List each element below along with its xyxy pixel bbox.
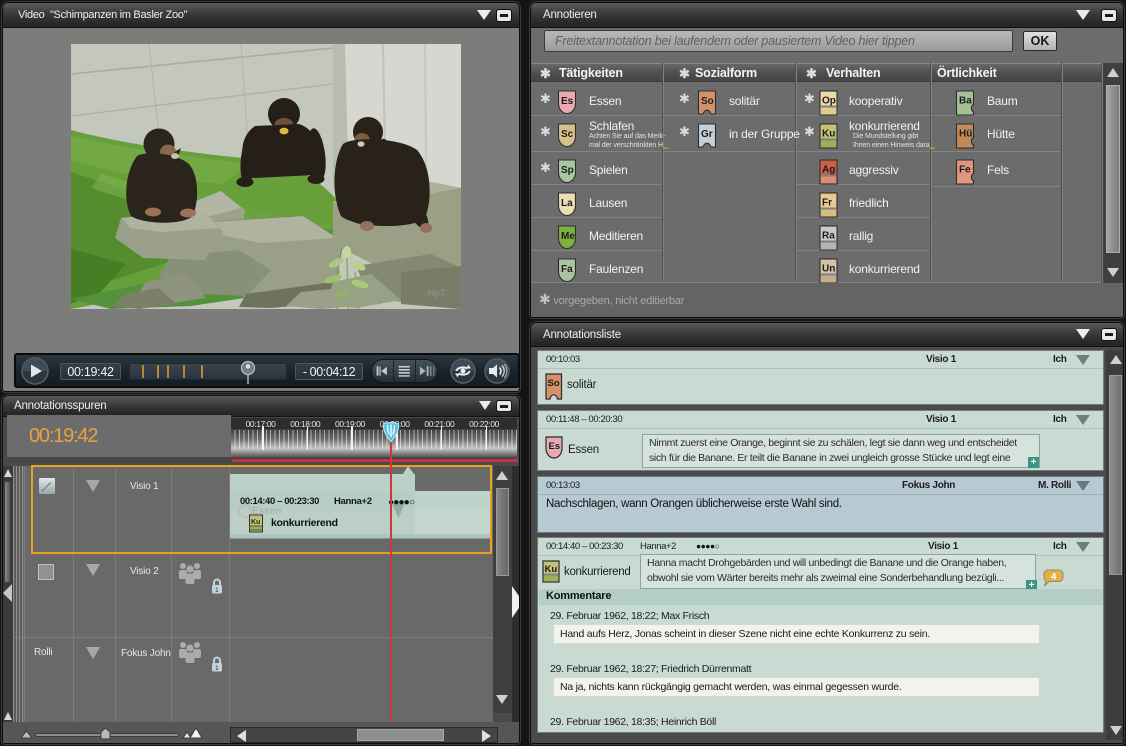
svg-text:Fa: Fa [561, 264, 573, 275]
svg-text:Ba: Ba [959, 96, 972, 107]
svg-text:Gr: Gr [701, 129, 713, 140]
svg-text:4: 4 [1051, 572, 1057, 583]
svg-text:HpT: HpT [428, 288, 446, 298]
svg-text:Me: Me [561, 231, 575, 242]
svg-text:So: So [701, 96, 714, 107]
svg-text:Ku: Ku [545, 564, 558, 575]
svg-text:Sp: Sp [561, 165, 574, 176]
svg-text:1: 1 [215, 587, 219, 594]
svg-text:Op: Op [822, 96, 836, 107]
svg-text:Sc: Sc [561, 129, 574, 140]
svg-text:Fr: Fr [822, 198, 832, 209]
svg-text:Es: Es [549, 441, 561, 452]
svg-text:Ag: Ag [822, 165, 835, 176]
svg-text:Es: Es [561, 96, 574, 107]
svg-text:Ra: Ra [822, 231, 835, 242]
svg-text:Fe: Fe [959, 165, 971, 176]
svg-text:So: So [548, 378, 560, 389]
svg-text:La: La [561, 198, 573, 209]
svg-text:Hü: Hü [959, 129, 972, 140]
svg-text:1: 1 [215, 665, 219, 672]
svg-text:Ku: Ku [822, 129, 835, 140]
svg-text:Un: Un [822, 264, 835, 275]
